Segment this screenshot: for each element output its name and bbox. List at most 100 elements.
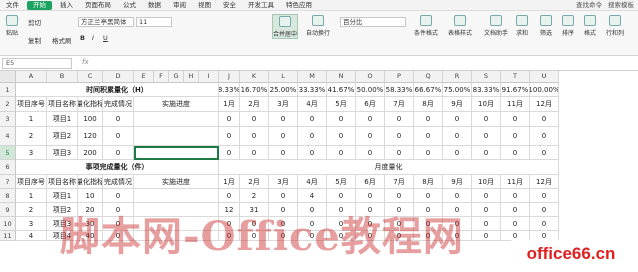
table-cell[interactable]: 0 — [103, 189, 134, 203]
value-cell[interactable]: 0 — [298, 127, 327, 146]
month-cell[interactable]: 3月 — [269, 97, 298, 112]
cut-button[interactable]: 剪切 — [28, 17, 41, 27]
row-col-button[interactable]: 行和列 — [606, 15, 624, 37]
merge-center-button[interactable]: 合并居中 — [272, 14, 298, 39]
row-header[interactable]: 5 — [0, 146, 16, 160]
section2-title[interactable]: 事项完成量化（件） — [16, 160, 219, 175]
column-header[interactable]: J — [219, 71, 240, 83]
table-cell[interactable]: 项目1 — [47, 189, 78, 203]
font-size-select[interactable]: 11 — [136, 17, 172, 27]
menu-item[interactable]: 视图 — [192, 0, 217, 11]
month-title[interactable]: 月度量化 — [219, 160, 559, 175]
column-header[interactable]: A — [16, 71, 47, 83]
value-cell[interactable]: 31 — [240, 203, 269, 217]
row-header[interactable]: 4 — [0, 127, 16, 146]
copy-button[interactable]: 复制 — [28, 35, 41, 45]
column-header[interactable]: D — [103, 71, 134, 83]
table-cell[interactable]: 项目3 — [47, 217, 78, 231]
value-cell[interactable]: 2 — [240, 189, 269, 203]
value-cell[interactable]: 0 — [298, 112, 327, 127]
value-cell[interactable]: 0 — [219, 217, 240, 231]
column-header[interactable]: C — [78, 71, 103, 83]
column-header[interactable]: P — [385, 71, 414, 83]
value-cell[interactable]: 0 — [472, 217, 501, 231]
month-cell[interactable]: 9月 — [443, 97, 472, 112]
value-cell[interactable]: 0 — [327, 112, 356, 127]
menu-item[interactable]: 公式 — [117, 0, 142, 11]
formula-input[interactable] — [96, 58, 636, 69]
value-cell[interactable]: 0 — [530, 127, 559, 146]
percent-cell[interactable]: 75.00% — [443, 83, 472, 97]
value-cell[interactable]: 0 — [269, 127, 298, 146]
table-cell[interactable]: 0 — [103, 217, 134, 231]
column-header[interactable]: B — [47, 71, 78, 83]
sum-button[interactable]: 求和 — [516, 15, 528, 37]
row-header[interactable]: 6 — [0, 160, 16, 175]
value-cell[interactable]: 0 — [327, 231, 356, 241]
progress-cell[interactable] — [134, 189, 219, 203]
value-cell[interactable]: 0 — [385, 203, 414, 217]
menu-item[interactable]: 页面布局 — [79, 0, 117, 11]
value-cell[interactable]: 0 — [530, 146, 559, 160]
menu-item[interactable]: 插入 — [54, 0, 79, 11]
percent-cell[interactable]: 16.70% — [240, 83, 269, 97]
font-name-select[interactable]: 方正兰亭黑简体 — [78, 17, 134, 27]
column-header[interactable]: U — [530, 71, 559, 83]
table-cell[interactable]: 1 — [16, 112, 47, 127]
month-cell[interactable]: 8月 — [414, 175, 443, 189]
column-header[interactable]: S — [472, 71, 501, 83]
row-header[interactable]: 2 — [0, 97, 16, 112]
percent-cell[interactable]: 83.33% — [472, 83, 501, 97]
menu-item[interactable]: 特色应用 — [280, 0, 318, 11]
value-cell[interactable]: 0 — [298, 217, 327, 231]
percent-cell[interactable]: 58.33% — [385, 83, 414, 97]
progress-cell[interactable] — [134, 231, 219, 241]
value-cell[interactable]: 0 — [530, 112, 559, 127]
row-header[interactable]: 9 — [0, 203, 16, 217]
menu-item[interactable]: 审阅 — [167, 0, 192, 11]
value-cell[interactable]: 0 — [240, 146, 269, 160]
value-cell[interactable]: 0 — [414, 112, 443, 127]
value-cell[interactable]: 0 — [327, 146, 356, 160]
fx-icon[interactable]: fx — [82, 58, 89, 66]
sort-button[interactable]: 排序 — [562, 15, 574, 37]
progress-cell[interactable] — [134, 146, 219, 160]
value-cell[interactable]: 0 — [501, 217, 530, 231]
row-header[interactable]: 11 — [0, 231, 16, 241]
percent-cell[interactable]: 50.00% — [356, 83, 385, 97]
value-cell[interactable]: 0 — [269, 203, 298, 217]
value-cell[interactable]: 0 — [472, 112, 501, 127]
value-cell[interactable]: 0 — [501, 189, 530, 203]
progress-cell[interactable] — [134, 217, 219, 231]
value-cell[interactable]: 0 — [269, 231, 298, 241]
value-cell[interactable]: 0 — [240, 127, 269, 146]
number-format-select[interactable]: 百分比 — [340, 17, 406, 27]
table-cell[interactable]: 项目2 — [47, 127, 78, 146]
italic-button[interactable]: I — [92, 34, 94, 42]
column-header[interactable]: E — [134, 71, 154, 83]
column-header[interactable]: N — [327, 71, 356, 83]
table-cell[interactable]: 0 — [103, 127, 134, 146]
month-cell[interactable]: 10月 — [472, 175, 501, 189]
column-header[interactable]: G — [169, 71, 184, 83]
value-cell[interactable]: 0 — [443, 146, 472, 160]
month-cell[interactable]: 7月 — [385, 97, 414, 112]
value-cell[interactable]: 0 — [356, 112, 385, 127]
value-cell[interactable]: 0 — [356, 203, 385, 217]
value-cell[interactable]: 0 — [298, 146, 327, 160]
header-cell[interactable]: 量化指标 — [78, 175, 103, 189]
column-header[interactable]: I — [199, 71, 219, 83]
value-cell[interactable]: 0 — [269, 112, 298, 127]
underline-button[interactable]: U — [103, 34, 108, 42]
percent-cell[interactable]: 100.00% — [530, 83, 559, 97]
month-cell[interactable]: 12月 — [530, 175, 559, 189]
value-cell[interactable]: 0 — [501, 127, 530, 146]
value-cell[interactable]: 0 — [414, 189, 443, 203]
column-header[interactable]: R — [443, 71, 472, 83]
value-cell[interactable]: 0 — [269, 217, 298, 231]
column-header[interactable]: M — [298, 71, 327, 83]
value-cell[interactable]: 0 — [269, 189, 298, 203]
table-cell[interactable]: 30 — [78, 217, 103, 231]
value-cell[interactable]: 0 — [472, 127, 501, 146]
value-cell[interactable]: 0 — [414, 231, 443, 241]
